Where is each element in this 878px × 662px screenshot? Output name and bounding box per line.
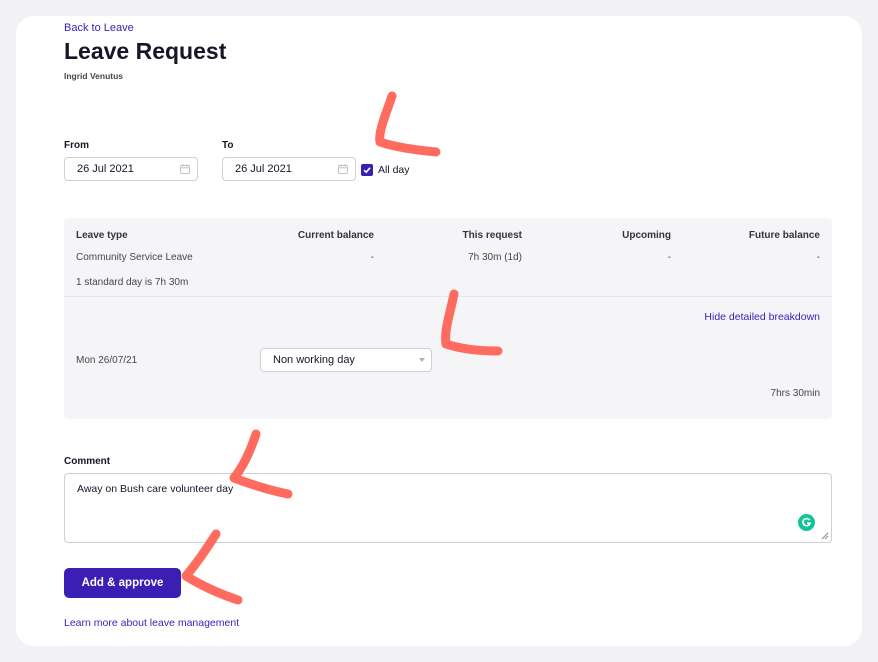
- col-current-balance: Current balance: [297, 230, 374, 241]
- col-upcoming: Upcoming: [622, 230, 671, 241]
- hide-breakdown-link[interactable]: Hide detailed breakdown: [704, 311, 820, 323]
- current-balance-value: -: [370, 252, 374, 263]
- annotation-mark: [181, 529, 243, 605]
- col-this-request: This request: [462, 230, 522, 241]
- day-type-value: Non working day: [273, 354, 355, 366]
- page-title: Leave Request: [64, 38, 227, 64]
- day-date: Mon 26/07/21: [76, 355, 138, 366]
- to-date-value: 26 Jul 2021: [235, 163, 292, 175]
- comment-label: Comment: [64, 456, 111, 467]
- day-total-hours: 7hrs 30min: [770, 388, 820, 399]
- annotation-mark: [229, 429, 293, 499]
- comment-text: Away on Bush care volunteer day: [77, 483, 234, 495]
- calendar-icon[interactable]: [338, 164, 348, 174]
- to-label: To: [222, 140, 234, 151]
- grammarly-icon[interactable]: [798, 514, 815, 531]
- upcoming-value: -: [667, 252, 671, 263]
- future-balance-value: -: [816, 252, 820, 263]
- from-date-input[interactable]: 26 Jul 2021: [64, 157, 198, 181]
- annotation-mark: [375, 91, 441, 157]
- col-leave-type: Leave type: [76, 230, 128, 241]
- to-date-input[interactable]: 26 Jul 2021: [222, 157, 356, 181]
- back-to-leave-link[interactable]: Back to Leave: [64, 22, 134, 34]
- this-request-value: 7h 30m (1d): [468, 252, 522, 263]
- all-day-checkbox[interactable]: [361, 164, 373, 176]
- from-date-value: 26 Jul 2021: [77, 163, 134, 175]
- add-approve-button[interactable]: Add & approve: [64, 568, 181, 598]
- learn-more-link[interactable]: Learn more about leave management: [64, 617, 239, 629]
- from-label: From: [64, 140, 89, 151]
- chevron-down-icon: [419, 358, 425, 362]
- day-type-select[interactable]: Non working day: [260, 348, 432, 372]
- employee-name: Ingrid Venutus: [64, 71, 124, 81]
- all-day-label[interactable]: All day: [378, 164, 410, 176]
- resize-handle-icon[interactable]: [821, 532, 829, 540]
- standard-day-note: 1 standard day is 7h 30m: [76, 277, 189, 288]
- annotation-mark: [441, 289, 503, 356]
- leave-type-value: Community Service Leave: [76, 252, 193, 263]
- checkmark-icon: [363, 167, 371, 174]
- col-future-balance: Future balance: [748, 230, 820, 241]
- calendar-icon[interactable]: [180, 164, 190, 174]
